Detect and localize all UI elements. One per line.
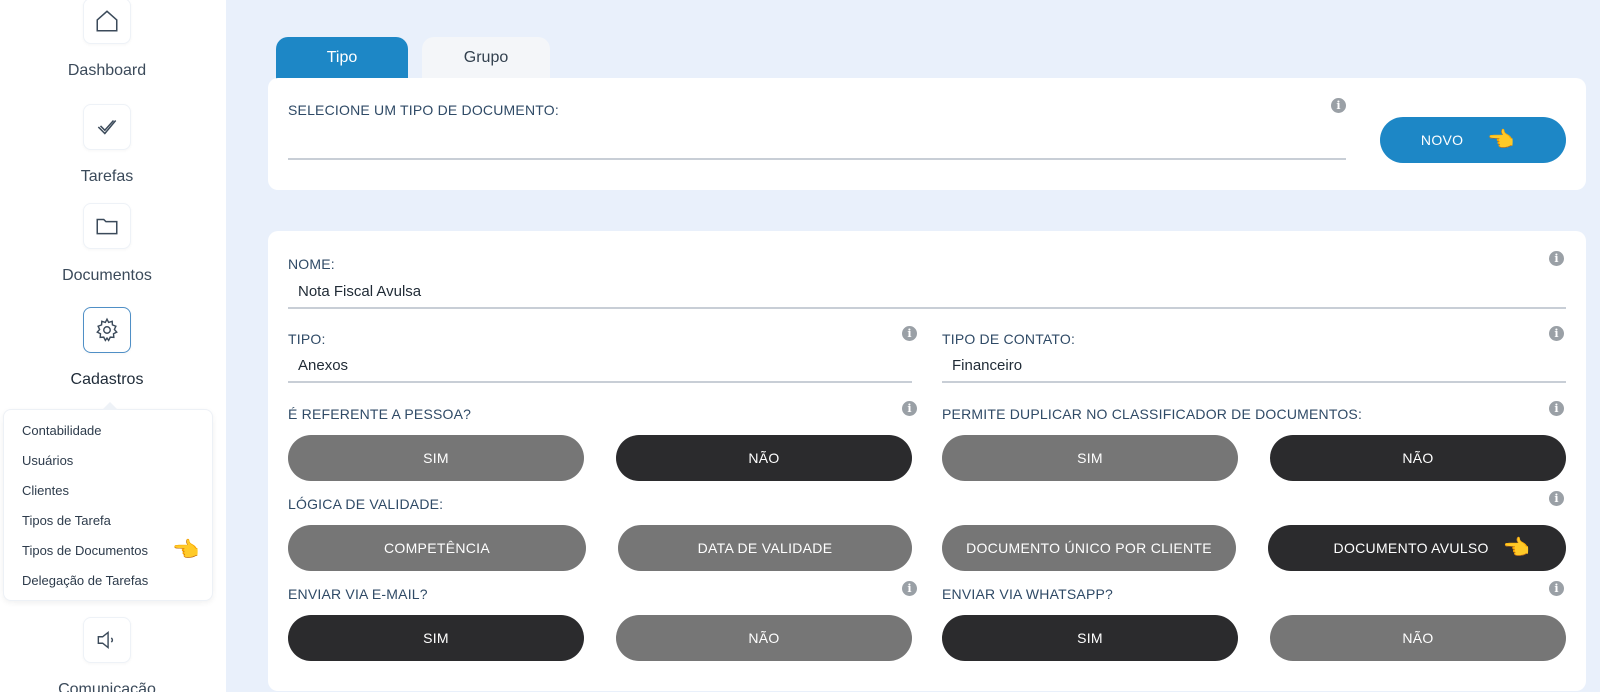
tab-tipo[interactable]: Tipo: [276, 37, 408, 79]
referente-pessoa-nao-button[interactable]: NÃO: [616, 435, 912, 481]
nav-label-dashboard: Dashboard: [67, 62, 147, 79]
new-button[interactable]: NOVO 👈: [1380, 117, 1566, 163]
pointing-hand-icon: 👈: [1487, 127, 1516, 152]
permite-duplicar-sim-button[interactable]: SIM: [942, 435, 1238, 481]
nome-label: NOME:: [288, 256, 335, 272]
pointing-hand-icon: 👈: [1502, 535, 1531, 560]
submenu-item-contabilidade[interactable]: Contabilidade: [22, 416, 212, 446]
select-doc-underline: [288, 158, 1346, 160]
nav-item-dashboard[interactable]: Dashboard: [0, 0, 214, 80]
tipo-label: TIPO:: [288, 331, 326, 347]
info-icon[interactable]: i: [902, 326, 917, 341]
tipo-field[interactable]: Anexos: [298, 357, 348, 374]
speaker-icon: [83, 617, 131, 663]
nav-label-cadastros: Cadastros: [70, 371, 144, 388]
info-icon[interactable]: i: [1549, 491, 1564, 506]
info-icon[interactable]: i: [902, 401, 917, 416]
submenu-item-usuarios[interactable]: Usuários: [22, 446, 212, 476]
info-icon[interactable]: i: [1549, 581, 1564, 596]
data-de-validade-button[interactable]: DATA DE VALIDADE: [618, 525, 912, 571]
tipo-contato-underline: [942, 381, 1566, 383]
info-icon[interactable]: i: [1549, 401, 1564, 416]
tipo-underline: [288, 381, 912, 383]
submenu-item-tipos-de-documentos[interactable]: Tipos de Documentos 👈: [22, 536, 212, 566]
enviar-email-label: ENVIAR VIA E-MAIL?: [288, 586, 428, 602]
nav-label-documentos: Documentos: [62, 267, 152, 284]
nav-item-tarefas[interactable]: Tarefas: [0, 104, 214, 186]
info-icon[interactable]: i: [902, 581, 917, 596]
enviar-email-nao-button[interactable]: NÃO: [616, 615, 912, 661]
documento-unico-por-cliente-button[interactable]: DOCUMENTO ÚNICO POR CLIENTE: [942, 525, 1236, 571]
documento-avulso-button[interactable]: DOCUMENTO AVULSO 👈: [1268, 525, 1566, 571]
tipo-contato-label: TIPO DE CONTATO:: [942, 331, 1076, 347]
submenu-item-tipos-de-documentos-label: Tipos de Documentos: [22, 543, 148, 558]
home-icon: [83, 0, 131, 44]
info-icon[interactable]: i: [1549, 326, 1564, 341]
select-doc-input[interactable]: [288, 124, 1346, 156]
enviar-email-sim-button[interactable]: SIM: [288, 615, 584, 661]
permite-duplicar-nao-button[interactable]: NÃO: [1270, 435, 1566, 481]
nav-item-documentos[interactable]: Documentos: [0, 203, 214, 285]
new-button-label: NOVO: [1420, 132, 1464, 148]
referente-pessoa-sim-button[interactable]: SIM: [288, 435, 584, 481]
nav-item-comunicacao[interactable]: Comunicação: [0, 617, 214, 692]
enviar-whatsapp-label: ENVIAR VIA WHATSAPP?: [942, 586, 1114, 602]
sidebar: Dashboard Tarefas Documentos Cadastros C…: [0, 0, 226, 692]
competencia-button[interactable]: COMPETÊNCIA: [288, 525, 586, 571]
permite-duplicar-label: PERMITE DUPLICAR NO CLASSIFICADOR DE DOC…: [942, 406, 1363, 422]
nav-label-comunicacao: Comunicação: [58, 681, 156, 692]
submenu-item-clientes[interactable]: Clientes: [22, 476, 212, 506]
select-document-type-card: SELECIONE UM TIPO DE DOCUMENTO: i NOVO 👈: [268, 78, 1586, 190]
tipo-contato-field[interactable]: Financeiro: [952, 357, 1022, 374]
enviar-whatsapp-nao-button[interactable]: NÃO: [1270, 615, 1566, 661]
logica-validade-label: LÓGICA DE VALIDADE:: [288, 496, 444, 512]
tab-grupo[interactable]: Grupo: [422, 37, 550, 79]
info-icon[interactable]: i: [1331, 98, 1346, 113]
nav-label-tarefas: Tarefas: [80, 168, 134, 185]
select-doc-label: SELECIONE UM TIPO DE DOCUMENTO:: [288, 102, 559, 118]
pointing-hand-icon: 👈: [172, 537, 200, 562]
cadastros-submenu: Contabilidade Usuários Clientes Tipos de…: [3, 402, 213, 601]
check-icon: [83, 104, 131, 150]
enviar-whatsapp-sim-button[interactable]: SIM: [942, 615, 1238, 661]
documento-avulso-label: DOCUMENTO AVULSO: [1333, 540, 1489, 556]
folder-icon: [83, 203, 131, 249]
gear-icon: [83, 307, 131, 353]
info-icon[interactable]: i: [1549, 251, 1564, 266]
nome-field[interactable]: Nota Fiscal Avulsa: [298, 283, 421, 300]
referente-pessoa-label: É REFERENTE A PESSOA?: [288, 406, 472, 422]
nome-underline: [288, 307, 1566, 309]
submenu-item-tipos-de-tarefa[interactable]: Tipos de Tarefa: [22, 506, 212, 536]
submenu-item-delegacao-de-tarefas[interactable]: Delegação de Tarefas: [22, 566, 212, 596]
nav-item-cadastros[interactable]: Cadastros: [0, 307, 214, 389]
document-type-form-card: NOME: i Nota Fiscal Avulsa TIPO: i Anexo…: [268, 231, 1586, 691]
